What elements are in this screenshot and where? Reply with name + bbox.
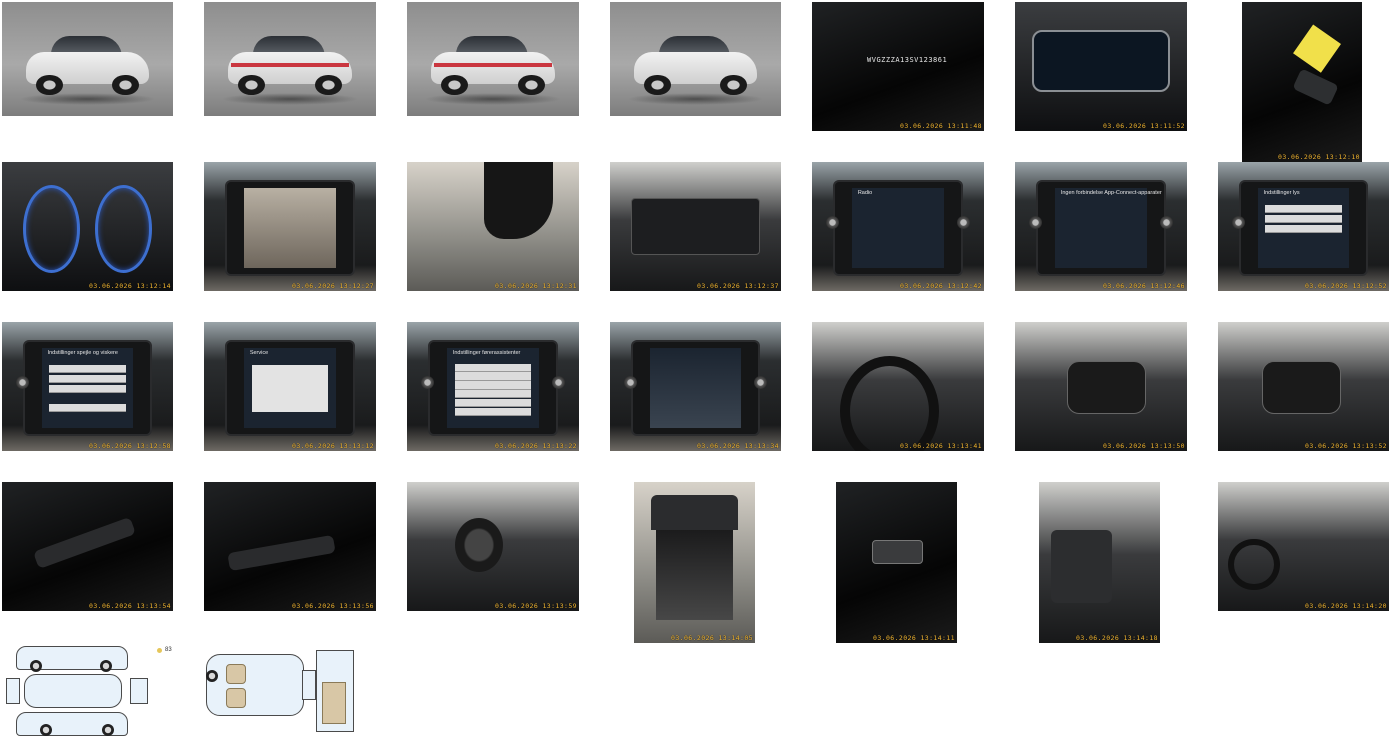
photo-wheel-buttons-left[interactable]: 03.06.2026 13:13:50 — [1015, 322, 1187, 451]
photo-wiper-stalk[interactable]: 03.06.2026 13:13:54 — [2, 482, 173, 611]
photo-timestamp: 03.06.2026 13:12:58 — [89, 442, 171, 450]
photo-timestamp: 03.06.2026 13:14:18 — [1076, 634, 1158, 642]
photo-timestamp: 03.06.2026 13:13:22 — [495, 442, 577, 450]
photo-light-settings-screen[interactable]: Indstillinger lys 03.06.2026 13:12:52 — [1218, 162, 1389, 291]
photo-driver-assist-screen[interactable]: Indstillinger førerassistenter 03.06.202… — [407, 322, 579, 451]
photo-timestamp: 03.06.2026 13:14:20 — [1305, 602, 1387, 610]
photo-radio-screen[interactable]: Radio 03.06.2026 13:12:42 — [812, 162, 984, 291]
screen-title: Service — [249, 349, 269, 356]
photo-timestamp: 03.06.2026 13:11:48 — [900, 122, 982, 130]
screen-title: Radio — [857, 189, 873, 196]
car-silhouette — [228, 34, 352, 96]
photo-trunk-open[interactable]: 03.06.2026 13:14:05 — [634, 482, 755, 643]
photo-indicator-stalk[interactable]: 03.06.2026 13:13:56 — [204, 482, 376, 611]
screen-title: Indstillinger førerassistenter — [452, 349, 521, 356]
vin-number: WVGZZZA13SV123861 — [867, 56, 948, 65]
photo-timestamp: 03.06.2026 13:13:59 — [495, 602, 577, 610]
photo-rear-view-mirror[interactable]: 03.06.2026 13:12:31 — [407, 162, 579, 291]
car-silhouette — [25, 34, 150, 96]
diagram-car-interior[interactable] — [204, 642, 354, 738]
photo-timestamp: 03.06.2026 13:13:54 — [89, 602, 171, 610]
photo-car-rear-left[interactable] — [204, 2, 376, 116]
photo-timestamp: 03.06.2026 13:12:52 — [1305, 282, 1387, 290]
legend-marker — [157, 648, 162, 653]
photo-climate-controls[interactable]: 03.06.2026 13:12:37 — [610, 162, 781, 291]
photo-instrument-cluster[interactable]: 03.06.2026 13:12:14 — [2, 162, 173, 291]
photo-timestamp: 03.06.2026 13:13:12 — [292, 442, 374, 450]
car-key — [1291, 68, 1339, 106]
photo-steering-wheel[interactable]: 03.06.2026 13:13:41 — [812, 322, 984, 451]
photo-seat-settings-screen[interactable]: 03.06.2026 13:13:34 — [610, 322, 781, 451]
photo-timestamp: 03.06.2026 13:13:41 — [900, 442, 982, 450]
photo-timestamp: 03.06.2026 13:12:37 — [697, 282, 779, 290]
photo-timestamp: 03.06.2026 13:13:52 — [1305, 442, 1387, 450]
photo-dashboard-overview[interactable]: 03.06.2026 13:14:20 — [1218, 482, 1389, 611]
car-silhouette — [633, 34, 758, 96]
photo-timestamp: 03.06.2026 13:11:52 — [1103, 122, 1185, 130]
photo-light-switch[interactable]: 03.06.2026 13:13:59 — [407, 482, 579, 611]
photo-instrument-cluster-trip[interactable]: 03.06.2026 13:11:52 — [1015, 2, 1187, 131]
photo-rear-camera-screen[interactable]: 03.06.2026 13:12:27 — [204, 162, 376, 291]
photo-timestamp: 03.06.2026 13:12:31 — [495, 282, 577, 290]
key-tag — [1292, 24, 1341, 73]
photo-vin-windshield[interactable]: WVGZZZA13SV123861 03.06.2026 13:11:48 — [812, 2, 984, 131]
photo-timestamp: 03.06.2026 13:12:42 — [900, 282, 982, 290]
screen-title: Indstillinger lys — [1263, 189, 1300, 196]
screen-title: Indstillinger spejle og viskere — [47, 349, 118, 356]
diagram-car-exterior[interactable]: 83 — [2, 642, 173, 738]
legend-label: 83 — [165, 647, 172, 653]
photo-timestamp: 03.06.2026 13:13:50 — [1103, 442, 1185, 450]
photo-timestamp: 03.06.2026 13:12:46 — [1103, 282, 1185, 290]
photo-timestamp: 03.06.2026 13:14:05 — [671, 634, 753, 642]
car-silhouette — [431, 34, 555, 96]
photo-mirror-settings-screen[interactable]: Indstillinger spejle og viskere 03.06.20… — [2, 322, 173, 451]
photo-car-front-right[interactable] — [610, 2, 781, 116]
photo-car-front-left[interactable] — [2, 2, 173, 116]
screen-title: Ingen forbindelse App-Connect-apparater — [1060, 189, 1162, 196]
photo-rear-seats[interactable]: 03.06.2026 13:14:18 — [1039, 482, 1160, 643]
photo-timestamp: 03.06.2026 13:13:34 — [697, 442, 779, 450]
photo-keys[interactable]: 03.06.2026 13:12:10 — [1242, 2, 1362, 162]
photo-service-screen[interactable]: Service 03.06.2026 13:13:12 — [204, 322, 376, 451]
photo-timestamp: 03.06.2026 13:13:56 — [292, 602, 374, 610]
photo-tailgate-button[interactable]: 03.06.2026 13:14:11 — [836, 482, 957, 643]
photo-wheel-buttons-right[interactable]: 03.06.2026 13:13:52 — [1218, 322, 1389, 451]
photo-app-connect-screen[interactable]: Ingen forbindelse App-Connect-apparater … — [1015, 162, 1187, 291]
photo-timestamp: 03.06.2026 13:14:11 — [873, 634, 955, 642]
photo-timestamp: 03.06.2026 13:12:14 — [89, 282, 171, 290]
photo-car-rear-right[interactable] — [407, 2, 579, 116]
photo-timestamp: 03.06.2026 13:12:27 — [292, 282, 374, 290]
photo-timestamp: 03.06.2026 13:12:10 — [1278, 153, 1360, 161]
